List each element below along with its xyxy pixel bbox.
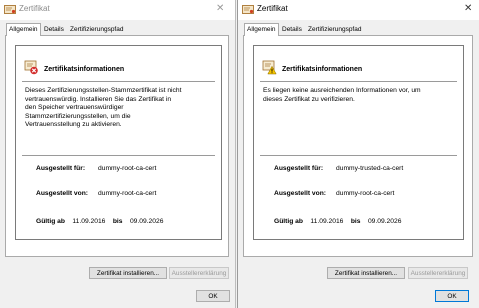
validity-row: Gültig ab 11.09.2016 bis 09.09.2026 xyxy=(274,218,401,225)
valid-to-label: bis xyxy=(350,218,361,225)
issued-by-value: dummy-root-ca-cert xyxy=(336,190,395,197)
issued-to-value: dummy-trusted-ca-cert xyxy=(336,165,404,172)
status-message: Dieses Zertifizierungsstellen-Stammzerti… xyxy=(25,87,182,128)
tab-certification-path[interactable]: Zertifizierungspfad xyxy=(306,24,363,35)
issued-by-value: dummy-root-ca-cert xyxy=(98,190,157,197)
valid-from-value: 11.09.2016 xyxy=(72,218,106,225)
info-heading: Zertifikatsinformationen xyxy=(44,66,125,73)
divider xyxy=(260,155,457,156)
issued-to-label: Ausgestellt für: xyxy=(36,165,86,172)
certificate-info-box: Zertifikatsinformationen Es liegen keine… xyxy=(253,45,464,240)
tab-details[interactable]: Details xyxy=(42,24,66,35)
tab-details[interactable]: Details xyxy=(280,24,304,35)
issued-to-value: dummy-root-ca-cert xyxy=(98,165,157,172)
certificate-warning-icon xyxy=(262,60,277,75)
validity-row: Gültig ab 11.09.2016 bis 09.09.2026 xyxy=(36,218,163,225)
certificate-error-icon xyxy=(24,60,38,75)
ok-button[interactable]: OK xyxy=(435,290,469,302)
divider xyxy=(260,81,457,82)
tab-general[interactable]: Allgemein xyxy=(6,23,41,36)
certificate-dialog-untrusted-root: Zertifikat ✕ Allgemein Details Zertifizi… xyxy=(0,0,236,308)
tab-panel: Zertifikatsinformationen Es liegen keine… xyxy=(243,35,473,257)
valid-from-label: Gültig ab xyxy=(274,218,303,225)
issued-to-label: Ausgestellt für: xyxy=(274,165,324,172)
valid-to-label: bis xyxy=(112,218,123,225)
install-certificate-button[interactable]: Zertifikat installieren... xyxy=(89,267,167,279)
close-icon[interactable]: ✕ xyxy=(464,3,472,15)
status-message: Es liegen keine ausreichenden Informatio… xyxy=(263,87,421,103)
issued-by-label: Ausgestellt von: xyxy=(274,190,327,197)
tab-general[interactable]: Allgemein xyxy=(244,23,279,36)
valid-to-value: 09.09.2026 xyxy=(367,218,402,225)
window-title: Zertifikat xyxy=(257,4,288,13)
divider xyxy=(22,155,215,156)
certificate-app-icon xyxy=(4,5,16,14)
dialog-body: Allgemein Details Zertifizierungspfad Ze… xyxy=(0,20,235,308)
ok-button[interactable]: OK xyxy=(196,290,230,302)
valid-to-value: 09.09.2026 xyxy=(129,218,164,225)
window-title: Zertifikat xyxy=(19,4,50,13)
tab-panel: Zertifikatsinformationen Dieses Zertifiz… xyxy=(5,35,229,257)
certificate-app-icon xyxy=(242,5,254,14)
dialog-body: Allgemein Details Zertifizierungspfad Ze… xyxy=(238,20,479,308)
install-certificate-button[interactable]: Zertifikat installieren... xyxy=(327,267,405,279)
tab-certification-path[interactable]: Zertifizierungspfad xyxy=(68,24,125,35)
certificate-dialog-unverified: Zertifikat ✕ Allgemein Details Zertifizi… xyxy=(237,0,479,308)
divider xyxy=(22,81,215,82)
title-bar[interactable]: Zertifikat ✕ xyxy=(238,0,479,20)
valid-from-label: Gültig ab xyxy=(36,218,65,225)
issued-by-label: Ausgestellt von: xyxy=(36,190,89,197)
title-bar[interactable]: Zertifikat ✕ xyxy=(0,0,235,20)
close-icon[interactable]: ✕ xyxy=(216,3,224,15)
issuer-statement-button[interactable]: Ausstellererklärung xyxy=(169,267,229,279)
valid-from-value: 11.09.2016 xyxy=(310,218,344,225)
certificate-info-box: Zertifikatsinformationen Dieses Zertifiz… xyxy=(15,45,222,240)
issuer-statement-button[interactable]: Ausstellererklärung xyxy=(408,267,468,279)
info-heading: Zertifikatsinformationen xyxy=(282,66,363,73)
